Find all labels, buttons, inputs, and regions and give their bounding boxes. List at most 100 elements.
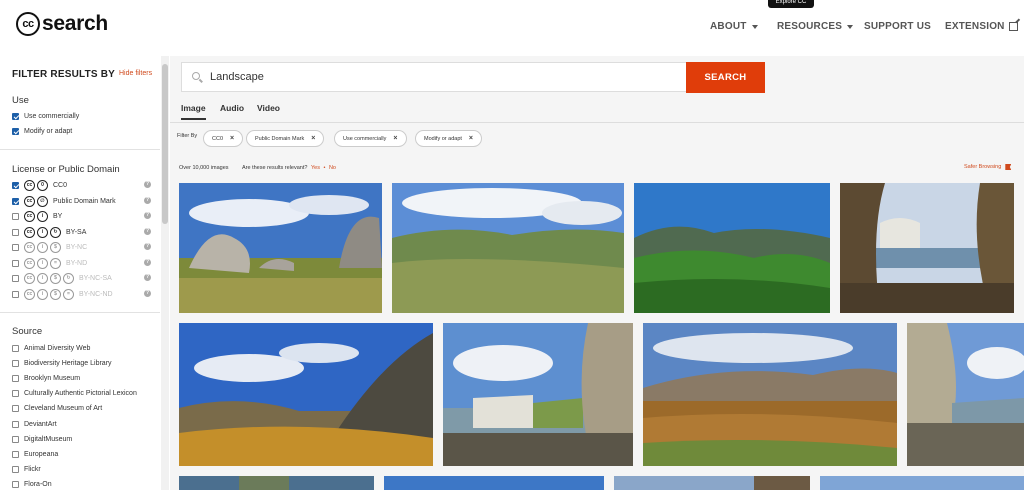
nav-about[interactable]: ABOUT	[710, 21, 758, 32]
modify-adapt-option[interactable]: Modify or adapt	[12, 126, 72, 136]
checkbox[interactable]	[12, 228, 19, 236]
nav-resources[interactable]: RESOURCES	[777, 21, 854, 32]
source-option[interactable]: Culturally Authentic Pictorial Lexicon	[12, 388, 137, 398]
option-label: Flickr	[24, 465, 41, 473]
cc-search-logo[interactable]: cc search	[16, 12, 108, 36]
checkbox[interactable]	[12, 480, 19, 488]
checkbox[interactable]	[12, 389, 19, 397]
filter-chip-pdm[interactable]: Public Domain Mark ×	[246, 130, 325, 147]
result-image[interactable]	[820, 476, 1024, 490]
filter-chip-modify[interactable]: Modify or adapt ×	[415, 130, 483, 147]
close-icon[interactable]: ×	[469, 135, 473, 142]
cc-license-icon: cc	[24, 210, 35, 222]
checkbox[interactable]	[12, 290, 19, 298]
license-cc0-option[interactable]: cc 0 CC0	[12, 179, 67, 191]
help-icon[interactable]: ?	[144, 197, 151, 204]
checkbox[interactable]	[12, 112, 19, 120]
result-image[interactable]	[384, 476, 604, 490]
relevance-prompt: Are these results relevant? Yes • No	[242, 165, 336, 171]
result-image[interactable]	[907, 323, 1024, 466]
source-option[interactable]: DigitaltMuseum	[12, 434, 72, 444]
search-input[interactable]	[210, 63, 680, 91]
source-option[interactable]: Europeana	[12, 449, 58, 459]
help-icon[interactable]: ?	[144, 259, 151, 266]
checkbox[interactable]	[12, 212, 19, 220]
result-image[interactable]	[840, 183, 1014, 313]
search-button[interactable]: SEARCH	[686, 62, 765, 93]
cc-license-icon: cc	[24, 272, 35, 284]
cc-license-icon: cc	[24, 241, 35, 253]
license-by-nd-option[interactable]: cc i = BY-ND	[12, 257, 87, 269]
checkbox[interactable]	[12, 374, 19, 382]
result-image[interactable]	[179, 183, 382, 313]
tab-video[interactable]: Video	[257, 103, 280, 113]
logo-text: search	[42, 12, 108, 35]
relevance-no-link[interactable]: No	[329, 165, 336, 171]
checkbox[interactable]	[12, 274, 19, 282]
license-by-option[interactable]: cc i BY	[12, 210, 62, 222]
help-icon[interactable]: ?	[144, 212, 151, 219]
source-option[interactable]: Cleveland Museum of Art	[12, 403, 102, 413]
source-option[interactable]: Flora-On	[12, 479, 52, 489]
nav-extension[interactable]: EXTENSION	[945, 21, 1018, 32]
result-image[interactable]	[643, 323, 897, 466]
result-image[interactable]	[614, 476, 810, 490]
hide-filters-link[interactable]: Hide filters	[119, 70, 152, 77]
checkbox[interactable]	[12, 243, 19, 251]
filter-chip-cc0[interactable]: CC0 ×	[203, 130, 244, 147]
license-by-nc-nd-option[interactable]: cc i $ = BY-NC-ND	[12, 288, 113, 300]
checkbox[interactable]	[12, 465, 19, 473]
checkbox[interactable]	[12, 127, 19, 135]
checkbox[interactable]	[12, 404, 19, 412]
search-icon	[192, 72, 200, 80]
checkbox[interactable]	[12, 181, 19, 189]
help-icon[interactable]: ?	[144, 274, 151, 281]
sidebar-scrollbar-thumb[interactable]	[162, 64, 168, 224]
help-icon[interactable]: ?	[144, 243, 151, 250]
help-icon[interactable]: ?	[144, 181, 151, 188]
use-commercially-option[interactable]: Use commercially	[12, 111, 79, 121]
result-image[interactable]	[443, 323, 633, 466]
license-by-nc-sa-option[interactable]: cc i $ ↻ BY-NC-SA	[12, 272, 112, 284]
license-by-sa-option[interactable]: cc i ↻ BY-SA	[12, 226, 86, 238]
option-label: Use commercially	[24, 112, 80, 120]
by-license-icon: i	[37, 272, 48, 284]
checkbox[interactable]	[12, 420, 19, 428]
nav-support-us[interactable]: SUPPORT US	[864, 21, 931, 32]
source-option[interactable]: Flickr	[12, 464, 41, 474]
cc-license-icon: cc	[24, 195, 35, 207]
checkbox[interactable]	[12, 435, 19, 443]
help-icon[interactable]: ?	[144, 290, 151, 297]
help-icon[interactable]: ?	[144, 228, 151, 235]
option-label: Europeana	[24, 450, 59, 458]
relevance-separator: •	[323, 165, 326, 171]
result-image[interactable]	[634, 183, 830, 313]
filter-chip-commercial[interactable]: Use commercially ×	[334, 130, 407, 147]
cc-license-icon: cc	[24, 257, 35, 269]
close-icon[interactable]: ×	[311, 135, 315, 142]
tab-audio[interactable]: Audio	[220, 103, 244, 113]
by-license-icon: i	[37, 257, 48, 269]
source-option[interactable]: DeviantArt	[12, 419, 57, 429]
license-pdm-option[interactable]: cc ∅ Public Domain Mark	[12, 195, 116, 207]
checkbox[interactable]	[12, 344, 19, 352]
source-option[interactable]: Biodiversity Heritage Library	[12, 358, 112, 368]
safer-browsing-link[interactable]: Safer Browsing	[964, 164, 1012, 170]
close-icon[interactable]: ×	[393, 135, 397, 142]
tab-image[interactable]: Image	[181, 103, 206, 120]
license-by-nc-option[interactable]: cc i $ BY-NC	[12, 241, 87, 253]
source-option[interactable]: Animal Diversity Web	[12, 343, 90, 353]
checkbox[interactable]	[12, 450, 19, 458]
result-image[interactable]	[392, 183, 624, 313]
chip-label: Use commercially	[343, 135, 387, 142]
source-option[interactable]: Brooklyn Museum	[12, 373, 80, 383]
option-label: Biodiversity Heritage Library	[24, 359, 112, 367]
checkbox[interactable]	[12, 259, 19, 267]
checkbox[interactable]	[12, 359, 19, 367]
checkbox[interactable]	[12, 197, 19, 205]
result-image[interactable]	[179, 476, 374, 490]
results-count: Over 10,000 images	[179, 165, 229, 171]
close-icon[interactable]: ×	[230, 135, 234, 142]
result-image[interactable]	[179, 323, 433, 466]
relevance-yes-link[interactable]: Yes	[311, 165, 320, 171]
